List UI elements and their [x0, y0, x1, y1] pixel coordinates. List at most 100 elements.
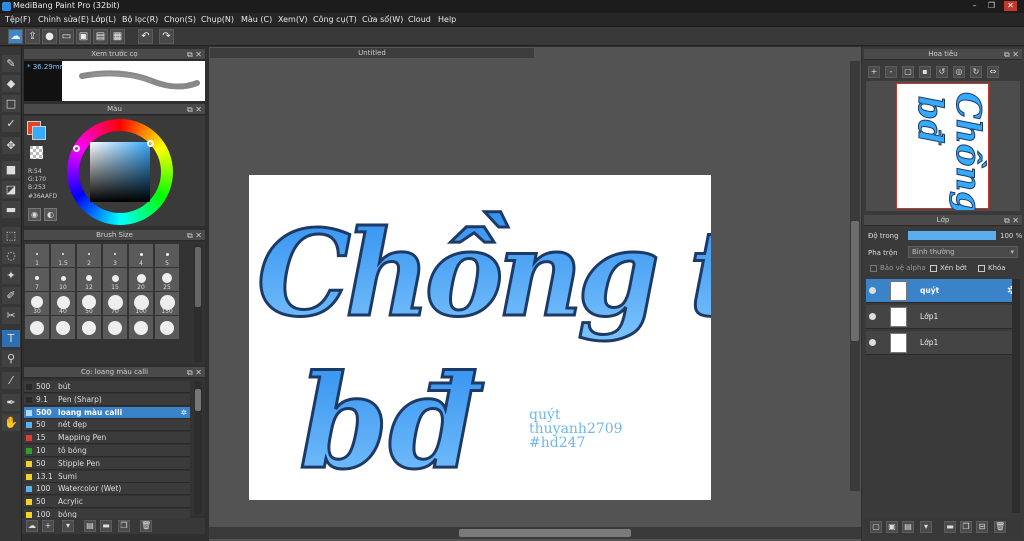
menu-edit[interactable]: Chỉnh sửa(E) [38, 15, 89, 24]
brush-list-item[interactable]: 9.1 Pen (Sharp) [24, 393, 190, 406]
brush-new-icon[interactable]: ▾ [62, 520, 74, 532]
operation-tool-icon[interactable]: ⚲ [2, 350, 20, 367]
brush-size-cell[interactable]: 150 [155, 292, 179, 315]
dot-tool-icon[interactable]: □ [2, 95, 20, 112]
hue-wheel[interactable] [67, 119, 173, 225]
brush-size-cell[interactable]: 15 [103, 268, 127, 291]
move-tool-icon[interactable]: ✥ [2, 137, 20, 154]
minimize-button[interactable]: – [968, 1, 981, 11]
brush-size-cell[interactable]: 4 [129, 244, 153, 267]
menu-layer[interactable]: Lớp(L) [91, 15, 116, 24]
brush-add-icon[interactable]: + [42, 520, 54, 532]
panel-close-icon[interactable]: ⧉ ✕ [1004, 49, 1019, 60]
brush-list-item[interactable]: 500 loang màu calli ✲ [24, 406, 190, 419]
brush-size-cell[interactable]: 10 [51, 268, 75, 291]
background-color-swatch[interactable] [32, 126, 46, 140]
select-eraser-icon[interactable]: ✂ [2, 307, 20, 324]
lasso-tool-icon[interactable]: ◌ [2, 247, 20, 264]
save-as-icon[interactable]: ▤ [93, 29, 108, 44]
pen-tool-icon[interactable]: ✓ [2, 115, 20, 132]
grid-icon[interactable]: ▦ [110, 29, 125, 44]
comment-icon[interactable]: ▭ [59, 29, 74, 44]
duplicate-layer-icon[interactable]: ❐ [960, 521, 972, 533]
menu-cloud[interactable]: Cloud [408, 15, 431, 24]
blend-mode-select[interactable]: Bình thường ▾ [908, 246, 1018, 258]
brush-list-item[interactable]: 100 Watercolor (Wet) [24, 483, 190, 496]
delete-layer-icon[interactable]: 🗑 [994, 521, 1006, 533]
layer-row[interactable]: quýt✲ [866, 279, 1020, 303]
brush-size-cell[interactable] [77, 316, 101, 339]
zoom-out-icon[interactable]: - [885, 66, 897, 78]
brush-size-cell[interactable] [155, 316, 179, 339]
brush-size-cell[interactable]: 20 [129, 268, 153, 291]
layer-settings-icon[interactable]: ▾ [920, 521, 932, 533]
magic-wand-icon[interactable]: ✦ [2, 267, 20, 284]
fill-rect-tool-icon[interactable]: ■ [2, 161, 20, 178]
rotate-right-icon[interactable]: ↻ [970, 66, 982, 78]
panel-close-icon[interactable]: ⧉ ✕ [187, 49, 202, 60]
drawing-canvas[interactable]: Chồng t bđ quýt thuyanh2709 #hd247 [249, 175, 750, 500]
saturation-value-square[interactable] [90, 142, 150, 202]
opacity-slider[interactable] [908, 231, 996, 240]
actual-size-icon[interactable]: ▪ [919, 66, 931, 78]
brush-size-cell[interactable]: 70 [103, 292, 127, 315]
hue-cursor[interactable] [73, 145, 80, 152]
color-palette-icon[interactable]: ◉ [28, 208, 41, 221]
brush-tool-icon[interactable]: ✎ [2, 55, 20, 72]
brush-list-item[interactable]: 10 tô bóng [24, 445, 190, 457]
brush-size-cell[interactable]: 7 [25, 268, 49, 291]
navigator-preview[interactable]: Chồng t bđ [866, 81, 1020, 243]
close-button[interactable]: ✕ [1004, 1, 1017, 11]
layer-row[interactable]: Lớp1 [866, 305, 1020, 329]
panel-close-icon[interactable]: ⧉ ✕ [187, 367, 202, 378]
gradient-tool-icon[interactable]: ▬ [2, 201, 20, 218]
panel-close-icon[interactable]: ⧉ ✕ [187, 104, 202, 115]
export-icon[interactable]: ⇪ [25, 29, 40, 44]
transparent-color-swatch[interactable] [30, 146, 43, 159]
menu-help[interactable]: Help [438, 15, 456, 24]
brush-size-cell[interactable] [51, 316, 75, 339]
brush-cloud-icon[interactable]: ☁ [26, 520, 38, 532]
brush-size-cell[interactable]: 50 [77, 292, 101, 315]
flip-icon[interactable]: ⇔ [987, 66, 999, 78]
brush-size-cell[interactable] [103, 316, 127, 339]
brush-import-icon[interactable]: ▤ [84, 520, 96, 532]
select-tool-icon[interactable]: ⬚ [2, 227, 20, 244]
bucket-tool-icon[interactable]: ◪ [2, 181, 20, 198]
brush-size-cell[interactable]: 40 [51, 292, 75, 315]
brush-size-cell[interactable]: 3 [103, 244, 127, 267]
brush-size-cell[interactable]: 1.5 [51, 244, 75, 267]
brush-list-item[interactable]: 50 nét đẹp [24, 419, 190, 432]
new-8bit-layer-icon[interactable]: ▤ [902, 521, 914, 533]
hand-tool-icon[interactable]: ✋ [2, 414, 20, 431]
layer-row[interactable]: Lớp1 [866, 331, 1020, 355]
rotate-reset-icon[interactable]: ◎ [953, 66, 965, 78]
brush-size-cell[interactable] [129, 316, 153, 339]
eye-icon[interactable] [869, 287, 876, 294]
eye-icon[interactable] [869, 339, 876, 346]
menu-snap[interactable]: Chụp(N) [201, 15, 234, 24]
brush-size-cell[interactable] [25, 316, 49, 339]
select-pen-icon[interactable]: ✐ [2, 287, 20, 304]
menu-file[interactable]: Tệp(F) [5, 15, 31, 24]
color-cursor[interactable] [147, 140, 154, 147]
merge-layer-icon[interactable]: ⊟ [976, 521, 988, 533]
panel-close-icon[interactable]: ⧉ ✕ [187, 230, 202, 241]
eyedropper-icon[interactable]: ✒ [2, 394, 20, 411]
brush-size-cell[interactable]: 2 [77, 244, 101, 267]
maximize-button[interactable]: ❐ [985, 1, 998, 11]
brush-size-cell[interactable]: 12 [77, 268, 101, 291]
clipping-checkbox[interactable] [930, 265, 937, 272]
gear-icon[interactable]: ✲ [181, 407, 187, 419]
brush-size-cell[interactable]: 30 [25, 292, 49, 315]
new-layer-icon[interactable]: ▢ [870, 521, 882, 533]
chat-icon[interactable]: ● [42, 29, 57, 44]
new-halftone-layer-icon[interactable]: ▣ [886, 521, 898, 533]
layer-folder-icon[interactable]: ▬ [944, 521, 956, 533]
redo-icon[interactable]: ↷ [159, 29, 174, 44]
zoom-in-icon[interactable]: + [868, 66, 880, 78]
brush-size-cell[interactable]: 25 [155, 268, 179, 291]
brush-list-item[interactable]: 13.1 Sumi [24, 470, 190, 483]
panel-close-icon[interactable]: ⧉ ✕ [1004, 215, 1019, 226]
brush-list-item[interactable]: 50 Acrylic [24, 496, 190, 509]
